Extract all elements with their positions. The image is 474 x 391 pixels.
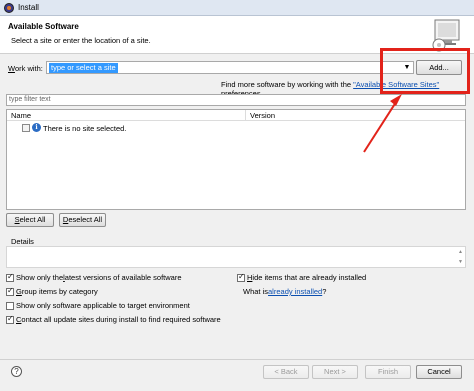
window-title: Install — [18, 3, 39, 12]
option-latest-versions[interactable]: Show only the latest versions of availab… — [6, 272, 182, 282]
scroll-up-icon[interactable]: ▲ — [456, 247, 465, 257]
highlight-box — [380, 48, 470, 94]
group-by-category-checkbox[interactable] — [6, 286, 14, 296]
banner-title: Available Software — [8, 22, 79, 31]
option-hide-installed[interactable]: Hide items that are already installed — [237, 272, 366, 282]
column-version[interactable]: Version — [250, 111, 275, 120]
option-group-by-category[interactable]: Group items by category — [6, 286, 98, 296]
hide-installed-checkbox[interactable] — [237, 272, 245, 282]
deselect-all-button[interactable]: Deselect All — [59, 213, 106, 227]
scroll-down-icon[interactable]: ▼ — [456, 257, 465, 267]
site-combo-value[interactable]: type or select a site — [49, 63, 118, 73]
finish-button[interactable]: Finish — [365, 365, 411, 379]
row-name: There is no site selected. — [43, 124, 127, 133]
install-wizard-icon — [432, 19, 460, 52]
option-contact-update-sites[interactable]: Contact all update sites during install … — [6, 314, 221, 324]
row-checkbox[interactable] — [22, 124, 30, 132]
footer-divider — [0, 359, 474, 360]
next-button[interactable]: Next > — [312, 365, 358, 379]
filter-input[interactable]: type filter text — [6, 94, 466, 106]
select-all-button[interactable]: Select All — [6, 213, 54, 227]
latest-versions-checkbox[interactable] — [6, 272, 14, 282]
table-header: Name Version — [7, 110, 465, 121]
back-button[interactable]: < Back — [263, 365, 309, 379]
target-environment-checkbox[interactable] — [6, 301, 14, 310]
column-name[interactable]: Name — [11, 111, 31, 120]
banner-subtitle: Select a site or enter the location of a… — [11, 36, 151, 45]
option-target-environment[interactable]: Show only software applicable to target … — [6, 301, 190, 310]
already-installed-link[interactable]: already installed — [268, 287, 322, 296]
title-bar: Install — [0, 0, 474, 16]
software-table: Name Version i There is no site selected… — [6, 109, 466, 210]
site-combo[interactable]: type or select a site ▼ — [46, 61, 414, 74]
what-is-installed-text: What is already installed? — [243, 287, 327, 296]
details-area: ▲ ▼ — [6, 246, 466, 268]
cancel-button[interactable]: Cancel — [416, 365, 462, 379]
contact-update-sites-checkbox[interactable] — [6, 314, 14, 324]
help-icon[interactable]: ? — [11, 366, 22, 377]
eclipse-icon — [4, 2, 14, 13]
table-row[interactable]: i There is no site selected. — [7, 123, 465, 134]
details-label: Details — [11, 237, 34, 246]
work-with-label: Work with: — [8, 64, 43, 73]
info-icon: i — [32, 123, 41, 132]
